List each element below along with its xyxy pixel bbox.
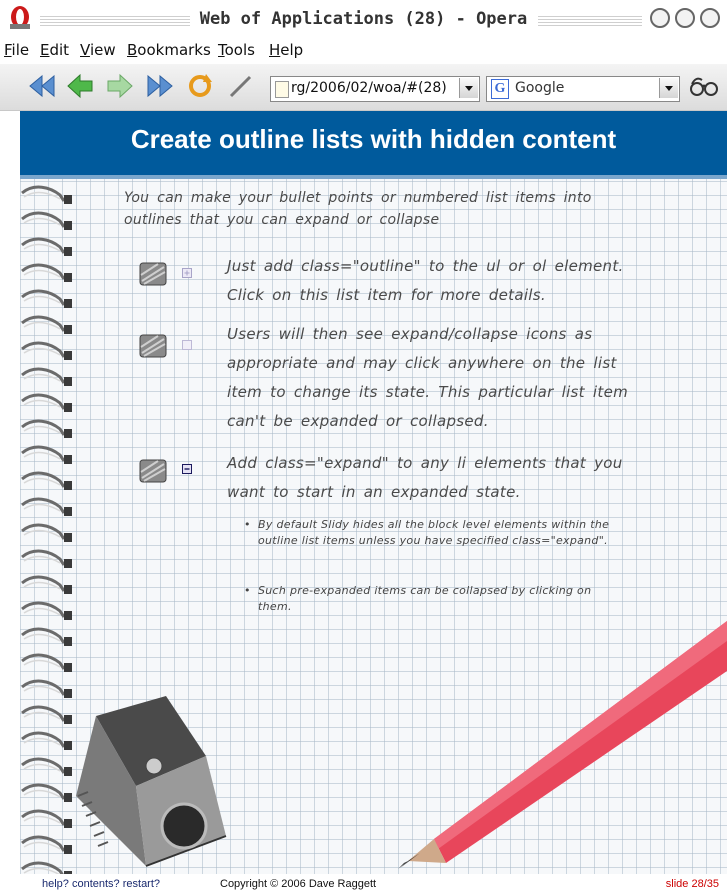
outline-item-3[interactable]: Add class="expand" to any li elements th… xyxy=(227,449,647,507)
menu-bar: File Edit View Bookmarks Tools Help xyxy=(0,36,727,64)
address-dropdown-button[interactable] xyxy=(459,78,478,98)
spiral-ring xyxy=(21,575,72,594)
window-title-bar[interactable]: Web of Applications (28) - Opera xyxy=(0,0,727,36)
slide-number: slide 28/35 xyxy=(665,878,719,890)
expand-icon[interactable] xyxy=(182,268,192,278)
slide-intro: You can make your bullet points or numbe… xyxy=(124,190,592,228)
sharpener-image xyxy=(76,696,227,867)
pencil-image xyxy=(398,621,727,869)
spiral-ring xyxy=(21,367,72,386)
window-title: Web of Applications (28) - Opera xyxy=(199,9,528,29)
reload-icon[interactable] xyxy=(186,72,214,100)
google-icon: G xyxy=(491,79,509,99)
spiral-ring xyxy=(21,471,72,490)
glasses-icon[interactable] xyxy=(688,72,720,100)
spiral-ring xyxy=(21,393,72,412)
spiral-ring xyxy=(21,445,72,464)
help-contents-restart-links[interactable]: help? contents? restart? xyxy=(42,878,160,890)
menu-file[interactable]: File xyxy=(4,41,29,59)
search-engine-label: Google xyxy=(515,80,565,96)
spiral-ring xyxy=(21,549,72,568)
page-icon xyxy=(275,81,289,98)
outline-item-1[interactable]: Just add class="outline" to the ul or ol… xyxy=(227,252,647,310)
menu-bookmarks[interactable]: Bookmarks xyxy=(127,41,211,59)
address-text: rg/2006/02/woa/#(28) xyxy=(291,80,447,96)
collapse-icon[interactable] xyxy=(182,464,192,474)
spiral-ring xyxy=(21,523,72,542)
spiral-ring xyxy=(21,237,72,256)
nofold-icon xyxy=(182,340,192,350)
pencil-bullet-icon xyxy=(139,262,167,286)
spiral-ring xyxy=(21,289,72,308)
slide: Create outline lists with hidden content… xyxy=(20,111,727,874)
maximize-button[interactable] xyxy=(675,8,695,28)
spiral-ring xyxy=(21,601,72,620)
copyright-text: Copyright © 2006 Dave Raggett xyxy=(220,878,377,890)
menu-help[interactable]: Help xyxy=(269,41,303,59)
rewind-icon[interactable] xyxy=(28,72,56,100)
search-dropdown-button[interactable] xyxy=(659,78,678,98)
search-field[interactable]: G Google xyxy=(486,76,680,102)
menu-tools[interactable]: Tools xyxy=(218,41,255,59)
slide-footer: help? contents? restart? Copyright © 200… xyxy=(0,874,727,892)
pencil-bullet-icon xyxy=(139,459,167,483)
close-button[interactable] xyxy=(700,8,720,28)
menu-view[interactable]: View xyxy=(80,41,116,59)
edit-icon[interactable] xyxy=(226,72,254,100)
spiral-ring xyxy=(21,185,72,204)
outline-subitem-1: By default Slidy hides all the block lev… xyxy=(244,517,618,549)
minimize-button[interactable] xyxy=(650,8,670,28)
fast-forward-icon[interactable] xyxy=(146,72,174,100)
spiral-ring xyxy=(21,497,72,516)
spiral-ring xyxy=(21,315,72,334)
spiral-ring xyxy=(21,263,72,282)
navigation-toolbar: rg/2006/02/woa/#(28) G Google xyxy=(0,64,727,111)
back-icon[interactable] xyxy=(66,72,94,100)
spiral-ring xyxy=(21,419,72,438)
spiral-ring xyxy=(21,627,72,646)
spiral-ring xyxy=(21,211,72,230)
outline-item-2[interactable]: Users will then see expand/collapse icon… xyxy=(227,320,647,436)
pencil-bullet-icon xyxy=(139,334,167,358)
slide-title: Create outline lists with hidden content xyxy=(130,124,617,154)
forward-icon[interactable] xyxy=(106,72,134,100)
spiral-ring xyxy=(21,653,72,672)
address-field[interactable]: rg/2006/02/woa/#(28) xyxy=(270,76,480,102)
spiral-ring xyxy=(21,341,72,360)
menu-edit[interactable]: Edit xyxy=(40,41,69,59)
slide-banner: Create outline lists with hidden content xyxy=(20,111,727,179)
